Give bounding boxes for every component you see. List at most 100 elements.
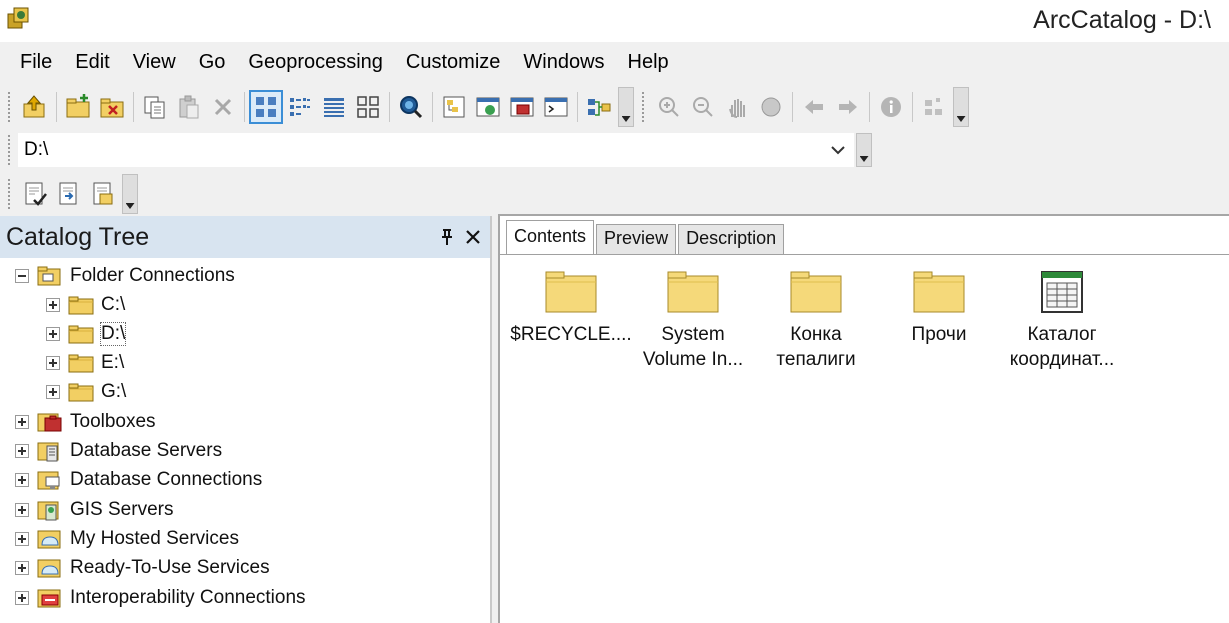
identify-icon[interactable] xyxy=(874,90,908,124)
metadata-toolbar xyxy=(8,172,138,216)
arcgis-search-icon[interactable] xyxy=(394,90,428,124)
disconnect-folder-icon[interactable] xyxy=(95,90,129,124)
folder-icon xyxy=(68,383,94,402)
connect-folder-icon[interactable] xyxy=(61,90,95,124)
expand-icon[interactable] xyxy=(46,327,60,341)
tree-node-label: C:\ xyxy=(101,294,126,315)
interoperability-icon xyxy=(37,589,61,608)
expand-icon[interactable] xyxy=(15,532,29,546)
tree-node-database-connections[interactable]: Database Connections xyxy=(15,466,262,494)
toolbar-separator xyxy=(432,92,433,122)
tree-node-gis-servers[interactable]: GIS Servers xyxy=(15,496,173,524)
tab-preview[interactable]: Preview xyxy=(596,224,677,254)
expand-icon[interactable] xyxy=(15,591,29,605)
pin-icon[interactable] xyxy=(438,228,456,246)
folder-icon xyxy=(68,296,94,315)
large-icons-view-icon[interactable] xyxy=(249,90,283,124)
create-thumbnail-icon[interactable] xyxy=(917,90,951,124)
arcmap-window-icon[interactable] xyxy=(471,90,505,124)
toolbar-grip[interactable] xyxy=(8,92,12,122)
full-extent-icon[interactable] xyxy=(754,90,788,124)
zoom-in-icon[interactable] xyxy=(652,90,686,124)
catalog-tree-icon[interactable] xyxy=(437,90,471,124)
forward-icon[interactable] xyxy=(831,90,865,124)
menu-windows[interactable]: Windows xyxy=(513,47,614,78)
expand-icon[interactable] xyxy=(15,415,29,429)
tree-node-label: Folder Connections xyxy=(70,265,235,286)
content-item-konka[interactable]: Конка тепалиги xyxy=(754,268,878,388)
catalog-tree-header: Catalog Tree xyxy=(0,216,490,258)
toolbar-grip[interactable] xyxy=(8,179,12,209)
menu-help[interactable]: Help xyxy=(618,47,679,78)
expand-icon[interactable] xyxy=(46,385,60,399)
toolbar-overflow-button[interactable] xyxy=(618,87,634,127)
tree-node-folder-connections[interactable]: Folder Connections xyxy=(15,262,235,290)
menu-customize[interactable]: Customize xyxy=(396,47,510,78)
expand-icon[interactable] xyxy=(46,298,60,312)
details-view-icon[interactable] xyxy=(317,90,351,124)
table-icon xyxy=(1041,271,1083,313)
arccatalog-app-icon xyxy=(4,4,32,32)
tree-node-label: Ready-To-Use Services xyxy=(70,557,270,578)
menu-view[interactable]: View xyxy=(123,47,186,78)
pan-icon[interactable] xyxy=(720,90,754,124)
tree-node-label: E:\ xyxy=(101,352,125,373)
toolbar-overflow-button[interactable] xyxy=(856,133,872,167)
tree-node-drive-d[interactable]: D:\ xyxy=(46,320,127,348)
toolbar-grip[interactable] xyxy=(8,135,12,165)
back-icon[interactable] xyxy=(797,90,831,124)
arctoolbox-icon[interactable] xyxy=(505,90,539,124)
tree-node-label: D:\ xyxy=(99,322,127,346)
content-item-recycle[interactable]: $RECYCLE.... xyxy=(509,268,633,388)
delete-icon[interactable] xyxy=(206,90,240,124)
expand-icon[interactable] xyxy=(15,503,29,517)
list-view-icon[interactable] xyxy=(283,90,317,124)
item-label-line1: Каталог xyxy=(1027,324,1097,345)
toolbar-separator xyxy=(577,92,578,122)
expand-icon[interactable] xyxy=(15,444,29,458)
menu-edit[interactable]: Edit xyxy=(65,47,119,78)
location-value: D:\ xyxy=(24,139,49,160)
import-metadata-icon[interactable] xyxy=(52,177,86,211)
chevron-down-icon[interactable] xyxy=(828,140,848,160)
tree-node-drive-c[interactable]: C:\ xyxy=(46,291,125,319)
toolbar-overflow-button[interactable] xyxy=(122,174,138,214)
toolbar-overflow-button[interactable] xyxy=(953,87,969,127)
model-builder-icon[interactable] xyxy=(582,90,616,124)
tab-description[interactable]: Description xyxy=(678,224,785,254)
validate-metadata-icon[interactable] xyxy=(18,177,52,211)
location-combobox[interactable]: D:\ xyxy=(18,133,854,167)
tree-node-my-hosted-services[interactable]: My Hosted Services xyxy=(15,525,239,553)
database-servers-icon xyxy=(37,442,59,462)
up-one-level-icon[interactable] xyxy=(18,90,52,124)
tab-contents[interactable]: Contents xyxy=(506,220,595,254)
folder-icon xyxy=(68,325,94,344)
tree-node-drive-g[interactable]: G:\ xyxy=(46,378,126,406)
tree-node-toolboxes[interactable]: Toolboxes xyxy=(15,408,156,436)
close-icon[interactable] xyxy=(464,228,482,246)
expand-icon[interactable] xyxy=(46,356,60,370)
tree-node-drive-e[interactable]: E:\ xyxy=(46,349,124,377)
expand-icon[interactable] xyxy=(15,561,29,575)
paste-icon[interactable] xyxy=(172,90,206,124)
content-item-katalog[interactable]: Каталог координат... xyxy=(1000,268,1124,388)
python-window-icon[interactable] xyxy=(539,90,573,124)
item-label-line2: Volume In... xyxy=(642,349,744,370)
copy-icon[interactable] xyxy=(138,90,172,124)
toolbar-separator xyxy=(389,92,390,122)
menu-geoprocessing[interactable]: Geoprocessing xyxy=(238,47,393,78)
toolbar-grip[interactable] xyxy=(642,92,646,122)
thumbnails-view-icon[interactable] xyxy=(351,90,385,124)
export-metadata-icon[interactable] xyxy=(86,177,120,211)
content-item-prochi[interactable]: Прочи xyxy=(877,268,1001,388)
menu-file[interactable]: File xyxy=(10,47,62,78)
menu-go[interactable]: Go xyxy=(189,47,236,78)
content-item-system-volume[interactable]: System Volume In... xyxy=(631,268,755,388)
zoom-out-icon[interactable] xyxy=(686,90,720,124)
gis-servers-icon xyxy=(37,501,59,521)
tree-node-database-servers[interactable]: Database Servers xyxy=(15,437,222,465)
tree-node-ready-to-use-services[interactable]: Ready-To-Use Services xyxy=(15,554,270,582)
tree-node-interoperability-connections[interactable]: Interoperability Connections xyxy=(15,584,306,612)
collapse-icon[interactable] xyxy=(15,269,29,283)
expand-icon[interactable] xyxy=(15,473,29,487)
